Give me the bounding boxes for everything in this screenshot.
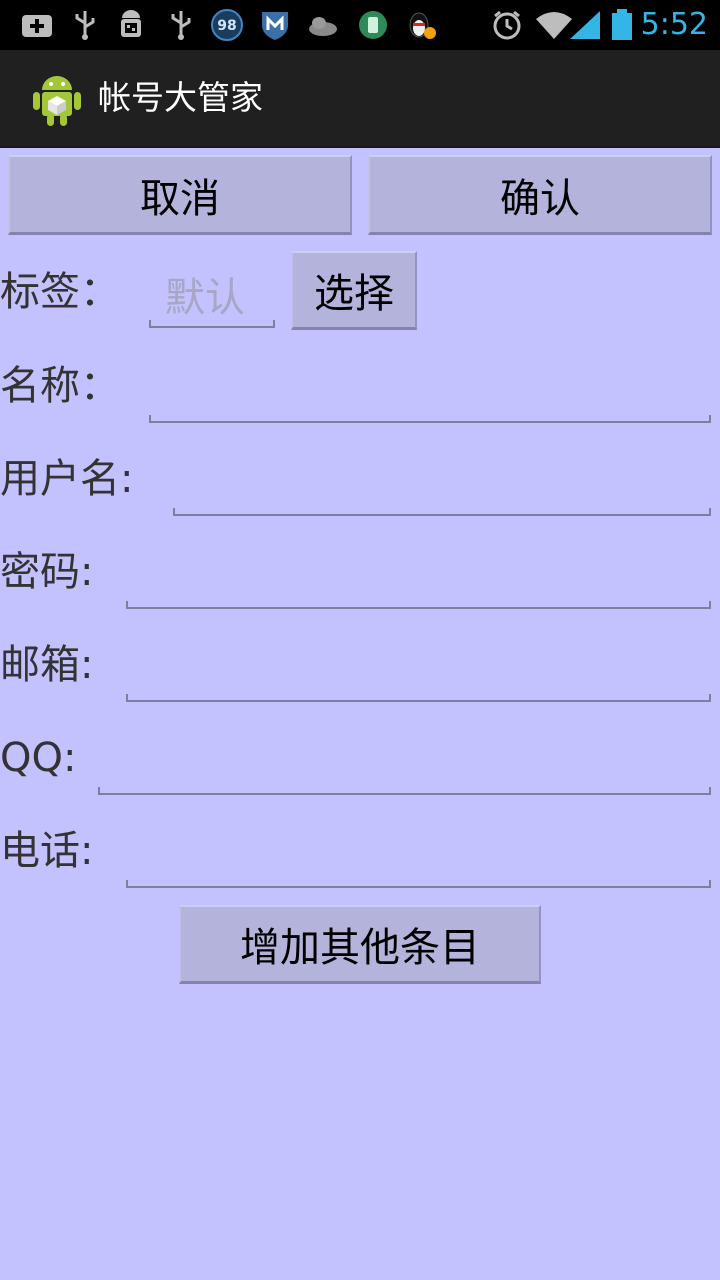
usb-icon bbox=[75, 11, 95, 40]
badge-98-icon: 98 bbox=[211, 9, 243, 41]
name-field[interactable] bbox=[149, 377, 711, 423]
tag-input[interactable]: 默认 bbox=[149, 275, 275, 328]
cloud-icon bbox=[309, 17, 337, 36]
tag-label: 标签： bbox=[0, 269, 120, 315]
confirm-button[interactable]: 确认 bbox=[368, 155, 712, 235]
qq-field[interactable] bbox=[98, 749, 711, 795]
qq-penguin-icon bbox=[409, 12, 436, 39]
add-other-items-button[interactable]: 增加其他条目 bbox=[179, 905, 541, 984]
android-debug-icon bbox=[121, 10, 141, 37]
email-field[interactable] bbox=[126, 656, 711, 702]
signal-icon bbox=[570, 11, 600, 39]
qq-label: QQ: bbox=[0, 735, 77, 781]
phone-label: 电话: bbox=[0, 828, 94, 874]
app-icon bbox=[359, 11, 387, 39]
email-label: 邮箱: bbox=[0, 642, 94, 688]
shield-m-icon bbox=[262, 12, 288, 40]
app-title: 帐号大管家 bbox=[98, 78, 263, 117]
add-icon bbox=[22, 15, 52, 37]
tag-placeholder: 默认 bbox=[165, 275, 245, 321]
battery-icon bbox=[612, 9, 632, 40]
status-time: 5:52 bbox=[640, 7, 708, 42]
password-field[interactable] bbox=[126, 563, 711, 609]
status-bar: 98 5:52 bbox=[0, 0, 720, 50]
username-label: 用户名: bbox=[0, 456, 134, 502]
svg-text:98: 98 bbox=[217, 18, 236, 34]
username-field[interactable] bbox=[173, 470, 711, 516]
android-app-icon bbox=[33, 76, 81, 126]
name-label: 名称： bbox=[0, 363, 120, 409]
usb-icon bbox=[171, 11, 191, 40]
select-tag-button[interactable]: 选择 bbox=[291, 251, 417, 330]
phone-field[interactable] bbox=[126, 842, 711, 888]
password-label: 密码: bbox=[0, 549, 94, 595]
cancel-button[interactable]: 取消 bbox=[8, 155, 352, 235]
alarm-icon bbox=[493, 10, 521, 40]
action-bar: 帐号大管家 bbox=[0, 50, 720, 148]
